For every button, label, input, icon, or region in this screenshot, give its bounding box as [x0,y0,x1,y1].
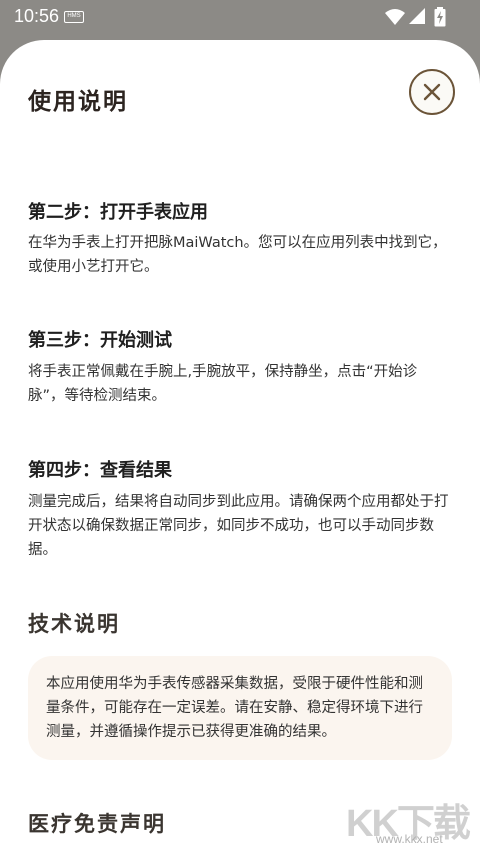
step-2-body: 在华为手表上打开把脉MaiWatch。您可以在应用列表中找到它，或使用小艺打开它… [28,235,447,275]
close-button[interactable] [409,69,455,115]
step-3-title: 第三步：开始测试 [28,330,172,351]
disclaimer-section-title: 医疗免责声明 [28,811,166,836]
tech-note-text: 本应用使用华为手表传感器采集数据，受限于硬件性能和测量条件，可能存在一定误差。请… [46,676,423,740]
watermark-logo: KK下载 www.kkx.net [346,792,471,852]
tech-section-title: 技术说明 [28,611,120,636]
close-icon [423,83,441,101]
sheet-title: 使用说明 [28,88,128,115]
status-time: 10:56 [14,6,60,26]
instructions-sheet: 使用说明 第二步：打开手表应用 在华为手表上打开把脉MaiWatch。您可以在应… [0,40,480,854]
status-bar: 10:56 HMS [0,0,480,36]
step-4-title: 第四步：查看结果 [28,460,172,481]
tech-note-card: 本应用使用华为手表传感器采集数据，受限于硬件性能和测量条件，可能存在一定误差。请… [28,656,452,760]
step-4-body: 测量完成后，结果将自动同步到此应用。请确保两个应用都处于打开状态以确保数据正常同… [28,494,449,558]
battery-charging-icon [434,7,446,27]
step-2-title: 第二步：打开手表应用 [28,202,208,223]
signal-icon [409,8,425,24]
hms-badge: HMS [64,11,84,23]
watermark-url: www.kkx.net [376,832,443,846]
step-3-body: 将手表正常佩戴在手腕上,手腕放平，保持静坐，点击“开始诊脉”，等待检测结束。 [28,364,418,404]
wifi-icon [385,9,405,25]
